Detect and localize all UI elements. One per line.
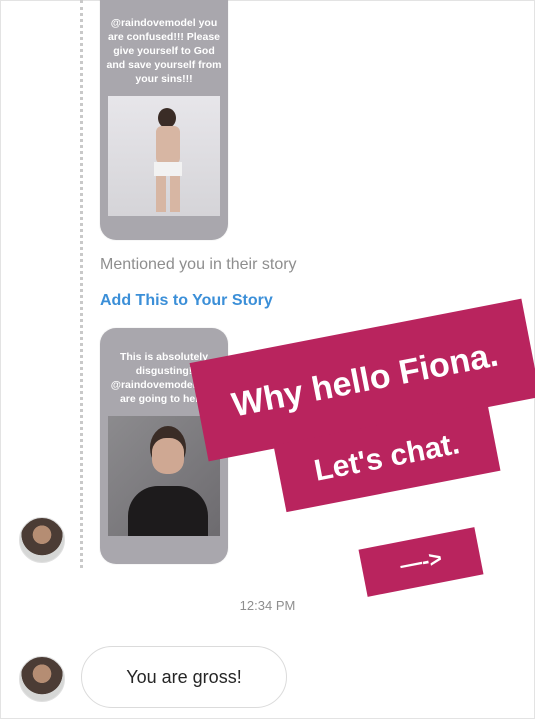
story-caption: @raindovemodel you are confused!!! Pleas… xyxy=(106,17,222,85)
thread-divider xyxy=(80,0,83,568)
standing-person-photo xyxy=(108,96,220,216)
add-to-story-link[interactable]: Add This to Your Story xyxy=(100,292,273,310)
avatar[interactable] xyxy=(19,517,65,563)
message-timestamp: 12:34 PM xyxy=(239,598,296,613)
mention-label: Mentioned you in their story xyxy=(100,256,297,273)
avatar[interactable] xyxy=(19,656,65,702)
message-bubble[interactable]: You are gross! xyxy=(81,646,287,708)
story-reply-card[interactable]: @raindovemodel you are confused!!! Pleas… xyxy=(100,0,228,240)
